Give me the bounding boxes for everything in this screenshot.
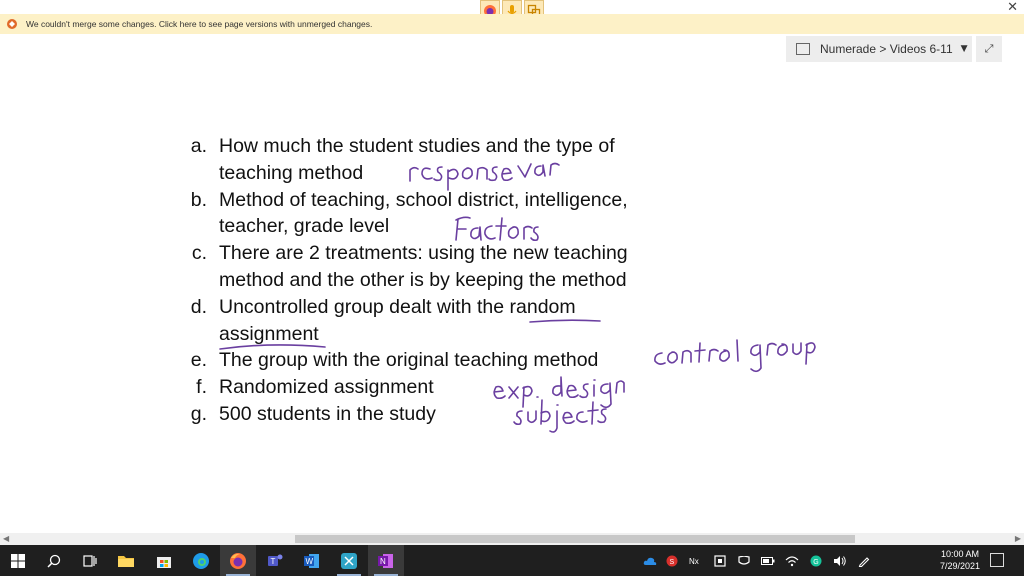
list-item-text: 500 students in the study — [219, 402, 436, 425]
battery-icon[interactable] — [734, 545, 754, 576]
clock-time: 10:00 AM — [940, 549, 980, 559]
windows-start-icon[interactable] — [0, 545, 36, 576]
app-n-icon[interactable]: Nx — [686, 545, 706, 576]
word-icon[interactable]: W — [294, 545, 330, 576]
list-item-text: Randomized assignment — [219, 376, 434, 399]
teams-icon[interactable]: T — [257, 545, 293, 576]
list-item-letter: a. — [190, 135, 207, 157]
battery-level-icon[interactable] — [758, 545, 778, 576]
list-item: c. There are 2 treatments: using the new… — [180, 240, 670, 294]
task-view-icon[interactable] — [72, 545, 108, 576]
list-item: d. Uncontrolled group dealt with the ran… — [180, 294, 670, 348]
scroll-right-icon[interactable]: ▶ — [1015, 534, 1021, 543]
list-item-letter: c. — [191, 242, 207, 265]
file-explorer-icon[interactable] — [108, 545, 144, 576]
onedrive-icon[interactable] — [640, 545, 660, 576]
taskbar: T W N S Nx G 10:00 AM 7/29/2021 — [0, 545, 1024, 576]
svg-text:G: G — [813, 559, 818, 566]
app-s-icon[interactable]: S — [662, 545, 682, 576]
scroll-left-icon[interactable]: ◀ — [3, 534, 9, 543]
note-content[interactable]: a. How much the student studies and the … — [180, 133, 670, 428]
notebook-breadcrumb-label: Numerade > Videos 6-11 — [820, 42, 953, 56]
clock-date: 7/29/2021 — [939, 561, 981, 571]
list-item: b. Method of teaching, school district, … — [180, 187, 670, 241]
onenote-icon[interactable]: N — [368, 545, 404, 576]
wifi-icon[interactable] — [782, 545, 802, 576]
svg-text:N: N — [380, 557, 386, 566]
horizontal-scrollbar[interactable]: ◀ ▶ — [0, 533, 1024, 545]
list-item-text: The group with the original teaching met… — [219, 349, 599, 372]
edge-icon[interactable] — [183, 545, 219, 576]
notebook-breadcrumb[interactable]: Numerade > Videos 6-11 ▼ — [786, 36, 972, 62]
taskbar-clock[interactable]: 10:00 AM 7/29/2021 — [936, 548, 984, 572]
search-icon[interactable] — [36, 545, 72, 576]
grammarly-icon[interactable]: G — [806, 545, 826, 576]
merge-warning-bar[interactable]: We couldn't merge some changes. Click he… — [0, 14, 1024, 34]
svg-text:W: W — [306, 557, 314, 566]
svg-text:S: S — [670, 559, 675, 566]
pen-icon[interactable] — [854, 545, 874, 576]
list-item-letter: b. — [190, 188, 207, 211]
list-item-letter: g. — [190, 402, 207, 425]
list-item-letter: e. — [190, 349, 207, 372]
firefox-icon[interactable] — [220, 545, 256, 576]
chevron-down-icon: ▼ — [960, 44, 968, 54]
notification-center-icon[interactable] — [990, 553, 1004, 567]
snipping-tool-icon[interactable] — [331, 545, 367, 576]
onenote-window: ✕ We couldn't merge some changes. Click … — [0, 0, 1024, 576]
list-item: a. How much the student studies and the … — [180, 133, 670, 187]
list-item: g. 500 students in the study — [180, 401, 670, 428]
list-item: e. The group with the original teaching … — [180, 347, 670, 374]
security-icon[interactable] — [710, 545, 730, 576]
store-icon[interactable] — [146, 545, 182, 576]
notebook-icon — [796, 43, 810, 55]
list-item-letter: f. — [196, 376, 207, 399]
svg-text:Nx: Nx — [689, 557, 699, 566]
scrollbar-thumb[interactable] — [295, 535, 855, 543]
merge-warning-icon — [7, 19, 17, 29]
list-item-text: Uncontrolled group dealt with the random… — [219, 295, 576, 345]
volume-icon[interactable] — [830, 545, 850, 576]
list-item-text: There are 2 treatments: using the new te… — [219, 242, 628, 291]
close-icon[interactable]: ✕ — [1007, 0, 1018, 15]
list-item-text: Method of teaching, school district, int… — [219, 188, 628, 238]
ink-control-group — [654, 339, 816, 373]
merge-warning-text[interactable]: We couldn't merge some changes. Click he… — [26, 19, 372, 29]
expand-icon[interactable]: ⤢ — [976, 36, 1002, 62]
list-item-letter: d. — [190, 295, 207, 318]
list-item: f. Randomized assignment — [180, 374, 670, 401]
svg-text:T: T — [271, 557, 276, 566]
list-item-text: How much the student studies and the typ… — [219, 135, 615, 184]
